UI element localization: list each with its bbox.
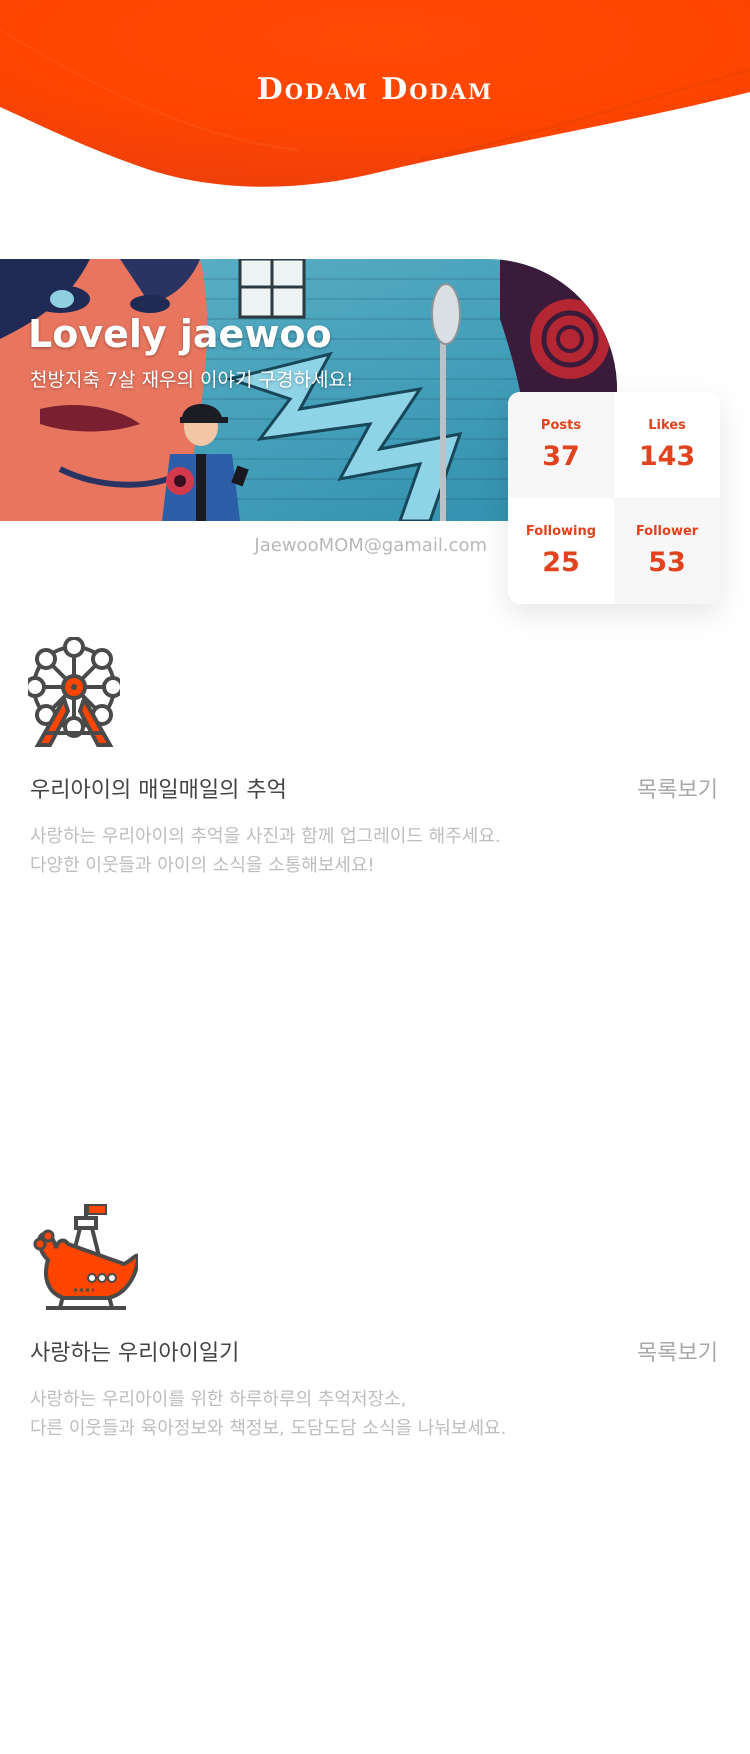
section-description-line: 다양한 이웃들과 아이의 소식을 소통해보세요!	[30, 855, 375, 876]
stat-value: 25	[542, 547, 580, 578]
stat-label: Posts	[540, 418, 582, 433]
stat-value: 37	[542, 441, 580, 472]
section-diary: 사랑하는 우리아이일기 목록보기 사랑하는 우리아이를 위한 하루하루의 추억저…	[0, 1200, 750, 1450]
section-title: 우리아이의 매일매일의 추억	[30, 778, 287, 803]
section-description-line: 사랑하는 우리아이의 추억을 사진과 함께 업그레이드 해주세요.	[30, 826, 501, 847]
profile-subtitle: 천방지축 7살 재우의 이야기 구경하세요!	[30, 369, 354, 391]
section-description: 사랑하는 우리아이를 위한 하루하루의 추억저장소, 다른 이웃들과 육아정보와…	[30, 1385, 506, 1443]
pirate-ship-ride-icon	[33, 1204, 138, 1310]
section-description-line: 사랑하는 우리아이를 위한 하루하루의 추억저장소,	[30, 1389, 407, 1410]
section-title: 사랑하는 우리아이일기	[30, 1341, 240, 1366]
profile-email: JaewooMOM@gamail.com	[254, 535, 487, 556]
stat-following[interactable]: Following 25	[508, 498, 614, 604]
header-banner: Dodam Dodam	[0, 0, 750, 200]
stat-value: 53	[648, 547, 686, 578]
stat-label: Follower	[635, 524, 699, 539]
stat-likes[interactable]: Likes 143	[614, 392, 720, 498]
stat-label: Following	[525, 524, 597, 539]
ferris-wheel-icon	[28, 637, 120, 747]
section-description: 사랑하는 우리아이의 추억을 사진과 함께 업그레이드 해주세요. 다양한 이웃…	[30, 822, 501, 880]
app-brand-title: Dodam Dodam	[256, 72, 494, 107]
section-description-line: 다른 이웃들과 육아정보와 책정보, 도담도담 소식을 나눠보세요.	[30, 1418, 507, 1439]
view-list-link[interactable]: 목록보기	[637, 1335, 718, 1367]
stat-value: 143	[638, 441, 696, 472]
profile-title: Lovely jaewoo	[28, 312, 332, 356]
section-memories: 우리아이의 매일매일의 추억 목록보기 사랑하는 우리아이의 추억을 사진과 함…	[0, 637, 750, 887]
stat-follower[interactable]: Follower 53	[614, 498, 720, 604]
stat-label: Likes	[648, 418, 686, 433]
profile-stats-card: Posts 37 Likes 143 Following 25 Follower…	[508, 392, 720, 604]
stat-posts[interactable]: Posts 37	[508, 392, 614, 498]
view-list-link[interactable]: 목록보기	[637, 772, 718, 804]
